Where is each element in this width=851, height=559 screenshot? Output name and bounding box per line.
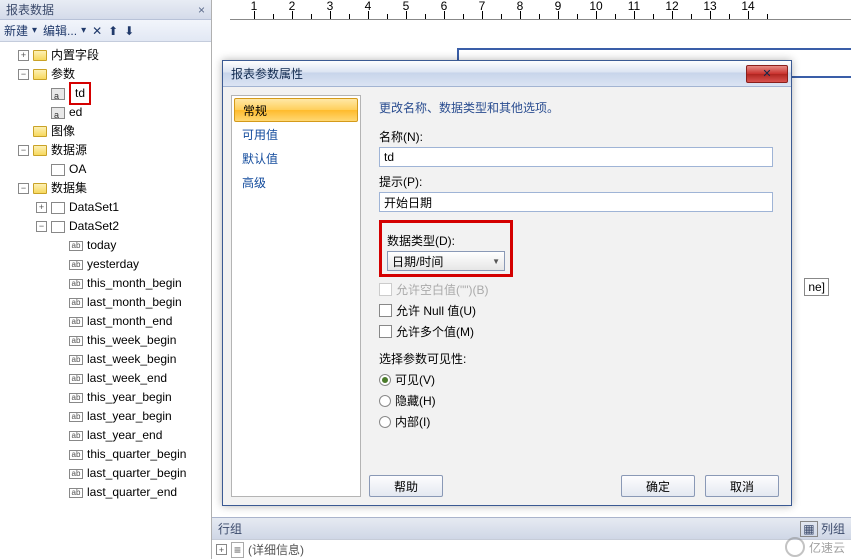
expand-icon[interactable]: +	[36, 202, 47, 213]
tree-field[interactable]: ablast_month_begin	[4, 293, 211, 312]
field-icon: ab	[69, 336, 83, 346]
field-icon: ab	[69, 279, 83, 289]
new-button[interactable]: 新建	[4, 22, 37, 39]
field-icon: ab	[69, 393, 83, 403]
close-icon[interactable]: ✕	[746, 65, 788, 83]
field-icon: ab	[69, 241, 83, 251]
field-icon: ab	[69, 431, 83, 441]
tree-param-td[interactable]: td	[69, 82, 91, 105]
row-groups-label: 行组	[218, 520, 242, 537]
watermark: 亿速云	[785, 537, 845, 557]
panel-toolbar: 新建 编辑... ✕ ⬆ ⬇	[0, 20, 211, 42]
field-icon: ab	[69, 488, 83, 498]
help-button[interactable]: 帮助	[369, 475, 443, 497]
visibility-label: 选择参数可见性:	[379, 350, 773, 367]
field-icon: ab	[69, 374, 83, 384]
dataset-icon	[51, 221, 65, 233]
dialog-tabs: 常规 可用值 默认值 高级	[231, 95, 361, 497]
radio-hidden[interactable]: 隐藏(H)	[379, 392, 773, 409]
up-button[interactable]: ⬆	[108, 24, 118, 38]
grid-icon[interactable]: ▦	[800, 521, 817, 537]
dialog-form: 更改名称、数据类型和其他选项。 名称(N): 提示(P): 数据类型(D): 日…	[361, 87, 791, 505]
detail-toggle-icon[interactable]: ≡	[231, 542, 244, 558]
expand-icon[interactable]: +	[18, 50, 29, 61]
allow-null-checkbox[interactable]: 允许 Null 值(U)	[379, 302, 773, 319]
name-label: 名称(N):	[379, 128, 773, 145]
tree-field[interactable]: abthis_year_begin	[4, 388, 211, 407]
tree-images[interactable]: 图像	[51, 122, 75, 141]
tree-param-ed[interactable]: ed	[69, 103, 82, 122]
dialog-titlebar[interactable]: 报表参数属性 ✕	[223, 61, 791, 87]
field-icon: ab	[69, 260, 83, 270]
column-groups-label: 列组	[821, 522, 845, 536]
field-icon: ab	[69, 355, 83, 365]
edit-button[interactable]: 编辑...	[43, 22, 86, 39]
expand-icon[interactable]: +	[216, 544, 227, 555]
panel-header: 报表数据 ×	[0, 0, 211, 20]
field-icon: ab	[69, 298, 83, 308]
tab-advanced[interactable]: 高级	[234, 170, 358, 194]
datatype-select[interactable]: 日期/时间	[387, 251, 505, 271]
partial-control-label: ne]	[804, 278, 829, 296]
collapse-icon[interactable]: −	[18, 145, 29, 156]
tree-datasets[interactable]: 数据集	[51, 179, 87, 198]
tree-dataset2[interactable]: DataSet2	[69, 217, 119, 236]
tree-field[interactable]: ablast_quarter_begin	[4, 464, 211, 483]
tree-field[interactable]: ablast_week_begin	[4, 350, 211, 369]
dialog-title: 报表参数属性	[231, 65, 303, 82]
parameter-icon	[51, 107, 65, 119]
collapse-icon[interactable]: −	[36, 221, 47, 232]
ok-button[interactable]: 确定	[621, 475, 695, 497]
allow-blank-checkbox: 允许空白值("")(B)	[379, 281, 773, 298]
down-button[interactable]: ⬇	[124, 24, 134, 38]
tree-field[interactable]: ablast_year_end	[4, 426, 211, 445]
prompt-input[interactable]	[379, 192, 773, 212]
name-input[interactable]	[379, 147, 773, 167]
report-tree[interactable]: +内置字段 −参数 td ed 图像 −数据源 OA −数据集 +DataSet…	[0, 42, 211, 506]
detail-bar: + ≡ (详细信息)	[212, 539, 851, 559]
horizontal-ruler: 1234567891011121314	[230, 0, 851, 20]
tree-field[interactable]: ablast_quarter_end	[4, 483, 211, 502]
tree-datasources[interactable]: 数据源	[51, 141, 87, 160]
collapse-icon[interactable]: −	[18, 183, 29, 194]
allow-multi-checkbox[interactable]: 允许多个值(M)	[379, 323, 773, 340]
datatype-label: 数据类型(D):	[387, 232, 505, 249]
form-caption: 更改名称、数据类型和其他选项。	[379, 99, 773, 116]
tree-field[interactable]: abthis_week_begin	[4, 331, 211, 350]
field-icon: ab	[69, 412, 83, 422]
tree-datasource-oa[interactable]: OA	[69, 160, 86, 179]
datasource-icon	[51, 164, 65, 176]
radio-visible[interactable]: 可见(V)	[379, 371, 773, 388]
parameter-icon	[51, 88, 65, 100]
radio-internal[interactable]: 内部(I)	[379, 413, 773, 430]
field-icon: ab	[69, 469, 83, 479]
tree-builtin-fields[interactable]: 内置字段	[51, 46, 99, 65]
panel-close-icon[interactable]: ×	[198, 0, 205, 20]
watermark-logo-icon	[785, 537, 805, 557]
tree-field[interactable]: abtoday	[4, 236, 211, 255]
detail-label: (详细信息)	[248, 541, 304, 558]
field-icon: ab	[69, 450, 83, 460]
tab-default-values[interactable]: 默认值	[234, 146, 358, 170]
cancel-button[interactable]: 取消	[705, 475, 779, 497]
field-icon: ab	[69, 317, 83, 327]
panel-title: 报表数据	[6, 0, 54, 20]
tab-available-values[interactable]: 可用值	[234, 122, 358, 146]
parameter-properties-dialog: 报表参数属性 ✕ 常规 可用值 默认值 高级 更改名称、数据类型和其他选项。 名…	[222, 60, 792, 506]
tree-field[interactable]: abthis_month_begin	[4, 274, 211, 293]
tree-field[interactable]: abthis_quarter_begin	[4, 445, 211, 464]
tree-dataset1[interactable]: DataSet1	[69, 198, 119, 217]
tree-field[interactable]: ablast_month_end	[4, 312, 211, 331]
tab-general[interactable]: 常规	[234, 98, 358, 122]
prompt-label: 提示(P):	[379, 173, 773, 190]
collapse-icon[interactable]: −	[18, 69, 29, 80]
dataset-icon	[51, 202, 65, 214]
group-panel: 行组 ▦ 列组	[212, 517, 851, 539]
tree-field[interactable]: ablast_year_begin	[4, 407, 211, 426]
tree-field[interactable]: abyesterday	[4, 255, 211, 274]
delete-button[interactable]: ✕	[92, 24, 102, 38]
report-data-panel: 报表数据 × 新建 编辑... ✕ ⬆ ⬇ +内置字段 −参数 td ed 图像…	[0, 0, 212, 559]
tree-field[interactable]: ablast_week_end	[4, 369, 211, 388]
